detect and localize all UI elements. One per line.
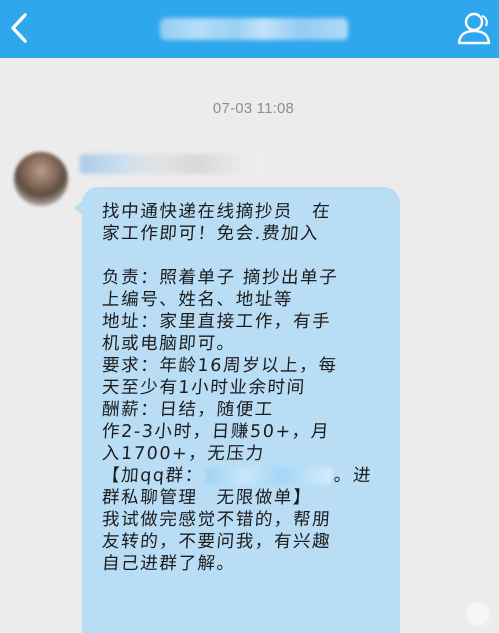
message-line: 天至少有1小时业余时间 [101,378,307,398]
page-title [160,18,348,40]
message-line: 自己进群了解。 [101,554,237,574]
message-line: 地址：家里直接工作，有手 [101,312,332,332]
back-button[interactable] [4,8,38,48]
blurred-qq-number [205,467,333,485]
sender-name [80,154,262,174]
qq-prefix: 【加qq群： [101,466,205,486]
message-line: 机或电脑即可。 [101,334,237,354]
message-bubble[interactable]: 找中通快递在线摘抄员 在 家工作即可！免会.费加入 负责：照着单子 摘抄出单子 … [82,187,400,633]
message-line: 上编号、姓名、地址等 [101,290,294,310]
top-navigation-bar [0,0,499,58]
message-line: 负责：照着单子 摘抄出单子 [101,268,340,288]
chevron-left-icon [11,13,27,43]
message-line: 群私聊管理 无限做单】 [101,488,313,508]
message-line: 家工作即可！免会.费加入 [101,224,320,244]
message-line: 入1700+，无压力 [101,444,266,464]
message-line: 要求：年龄16周岁以上，每 [101,356,339,376]
message-timestamp: 07-03 11:08 [212,100,295,117]
sender-avatar[interactable] [14,152,68,206]
message-line: 友转的，不要问我，有兴趣 [101,532,332,552]
profile-button[interactable] [455,10,493,48]
message-line: 作2-3小时，日赚50+，月 [101,422,331,442]
person-profile-icon [457,12,491,45]
message-line: 我试做完感觉不错的，帮朋 [101,510,332,530]
message-line: 酬薪：日结，随便工 [101,400,275,420]
watermark-logo [467,603,489,625]
qq-suffix: 。进 [333,466,373,486]
message-line: 找中通快递在线摘抄员 在 [101,202,332,222]
chat-screen: 07-03 11:08 找中通快递在线摘抄员 在 家工作即可！免会.费加入 负责… [0,0,499,633]
qq-group-line: 【加qq群： 。进 [101,465,391,487]
